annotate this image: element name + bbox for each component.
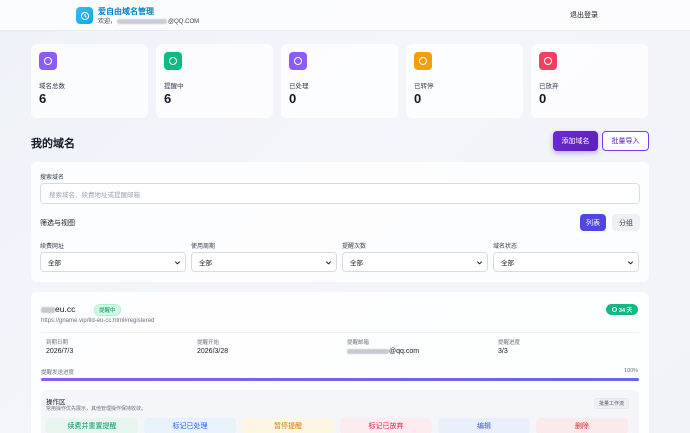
filter-label-renew-url: 续费网址 — [40, 244, 65, 250]
progress-fill — [41, 378, 639, 381]
filter-label-reminder-count: 提醒次数 — [342, 244, 367, 250]
page-title: 我的域名 — [31, 138, 75, 150]
stat-label: 已处理 — [289, 83, 309, 90]
stat-label: 提醒中 — [164, 83, 184, 90]
mark-handled-button[interactable]: 标记已处理 — [144, 418, 236, 433]
stat-icon — [164, 52, 182, 70]
stat-value: 6 — [164, 91, 172, 106]
select-value: 全部 — [501, 260, 514, 267]
circle-icon — [419, 57, 427, 65]
progress-bar — [41, 378, 639, 381]
stat-label: 域名总数 — [39, 83, 65, 90]
status-badge: 提醒中 — [94, 304, 121, 316]
search-label: 搜索域名 — [40, 175, 65, 181]
info-label-remind-email: 提醒邮箱 — [347, 340, 370, 346]
bulk-import-button[interactable]: 批量导入 — [602, 131, 649, 151]
operations-panel: 操作区 常用操作优先展示，其他管理操作保持收敛。 批量工作流 续费并重置提醒 标… — [41, 390, 639, 433]
pause-reminder-button[interactable]: 暂停提醒 — [242, 418, 334, 433]
info-label-remind-start: 提醒开始 — [197, 340, 220, 346]
domain-card: eu.cc 提醒中 34 天 https://gname.vip/tld-eu-… — [31, 292, 649, 433]
circle-icon — [294, 57, 302, 65]
select-value: 全部 — [48, 260, 61, 267]
filter-label-cycle: 使用周期 — [191, 244, 216, 250]
circle-icon — [169, 57, 177, 65]
stat-label: 已放弃 — [539, 83, 559, 90]
stat-value: 0 — [539, 91, 547, 106]
email-suffix: @qq.com — [389, 348, 420, 355]
info-value-remind-start: 2026/3/28 — [197, 348, 229, 355]
view-list-toggle[interactable]: 列表 — [580, 214, 606, 231]
filter-label-status: 域名状态 — [493, 244, 518, 250]
circle-icon — [544, 57, 552, 65]
stat-label: 已转停 — [414, 83, 434, 90]
logout-button[interactable]: 退出登录 — [570, 10, 598, 20]
stat-card-stopped: 已转停 0 — [406, 44, 523, 118]
days-left-badge: 34 天 — [606, 304, 638, 315]
clock-icon — [611, 307, 617, 312]
stat-value: 0 — [289, 91, 297, 106]
filter-panel: 搜索域名 搜索域名、续费地址或提醒邮箱 筛选与视图 列表 分组 续费网址 全部 … — [31, 162, 649, 282]
stat-card-handled: 已处理 0 — [281, 44, 398, 118]
domain-name: eu.cc — [41, 304, 75, 314]
progress-label: 提醒发送进度 — [41, 370, 75, 376]
delete-button[interactable]: 删除 — [536, 418, 628, 433]
stat-icon — [539, 52, 557, 70]
info-label-expiry: 到期日期 — [46, 340, 69, 346]
stat-icon — [414, 52, 432, 70]
mark-abandoned-button[interactable]: 标记已放弃 — [340, 418, 432, 433]
redacted-email — [117, 18, 168, 24]
app-logo — [76, 7, 93, 24]
filter-select-status[interactable]: 全部 — [493, 252, 639, 272]
info-value-expiry: 2026/7/3 — [46, 348, 74, 355]
filter-select-cycle[interactable]: 全部 — [191, 252, 337, 272]
stat-card-reminding: 提醒中 6 — [156, 44, 273, 118]
filter-select-renew-url[interactable]: 全部 — [40, 252, 186, 272]
progress-percent: 100% — [624, 368, 639, 374]
redacted-domain — [41, 306, 55, 313]
divider — [41, 332, 639, 333]
renew-reset-button[interactable]: 续费并重置提醒 — [46, 418, 138, 433]
edit-button[interactable]: 编辑 — [438, 418, 530, 433]
stat-icon — [39, 52, 57, 70]
select-value: 全部 — [199, 260, 212, 267]
stat-icon — [289, 52, 307, 70]
chevron-down-icon — [325, 261, 332, 265]
select-value: 全部 — [350, 260, 363, 267]
chevron-down-icon — [174, 261, 181, 265]
filter-select-reminder-count[interactable]: 全部 — [342, 252, 488, 272]
welcome-prefix: 欢迎， — [98, 19, 117, 25]
welcome-suffix: @QQ.COM — [168, 19, 200, 25]
clock-icon — [80, 11, 89, 20]
days-left-text: 34 天 — [618, 307, 633, 314]
info-label-remind-progress: 提醒进度 — [498, 340, 521, 346]
info-value-remind-email: @qq.com — [347, 348, 419, 355]
circle-icon — [44, 57, 52, 65]
domain-name-suffix: eu.cc — [55, 304, 76, 314]
welcome-text: 欢迎， @QQ.COM — [98, 16, 199, 25]
stat-card-total: 域名总数 6 — [31, 44, 148, 118]
operations-subtitle: 常用操作优先展示，其他管理操作保持收敛。 — [46, 406, 147, 412]
stat-card-abandoned: 已放弃 0 — [531, 44, 648, 118]
chevron-down-icon — [627, 261, 634, 265]
redacted-email — [347, 348, 389, 354]
stat-value: 6 — [39, 91, 47, 106]
filter-view-title: 筛选与视图 — [40, 220, 75, 227]
top-bar: 爱自由域名管理 欢迎， @QQ.COM 退出登录 — [0, 0, 690, 31]
view-group-toggle[interactable]: 分组 — [612, 214, 640, 231]
search-input[interactable]: 搜索域名、续费地址或提醒邮箱 — [40, 183, 640, 204]
stat-value: 0 — [414, 91, 422, 106]
add-domain-button[interactable]: 添加域名 — [553, 131, 598, 151]
info-value-remind-progress: 3/3 — [498, 348, 508, 355]
chevron-down-icon — [476, 261, 483, 265]
batch-workflow-tag[interactable]: 批量工作流 — [594, 398, 630, 409]
renew-url[interactable]: https://gname.vip/tld-eu-cc.html#registe… — [41, 318, 154, 324]
